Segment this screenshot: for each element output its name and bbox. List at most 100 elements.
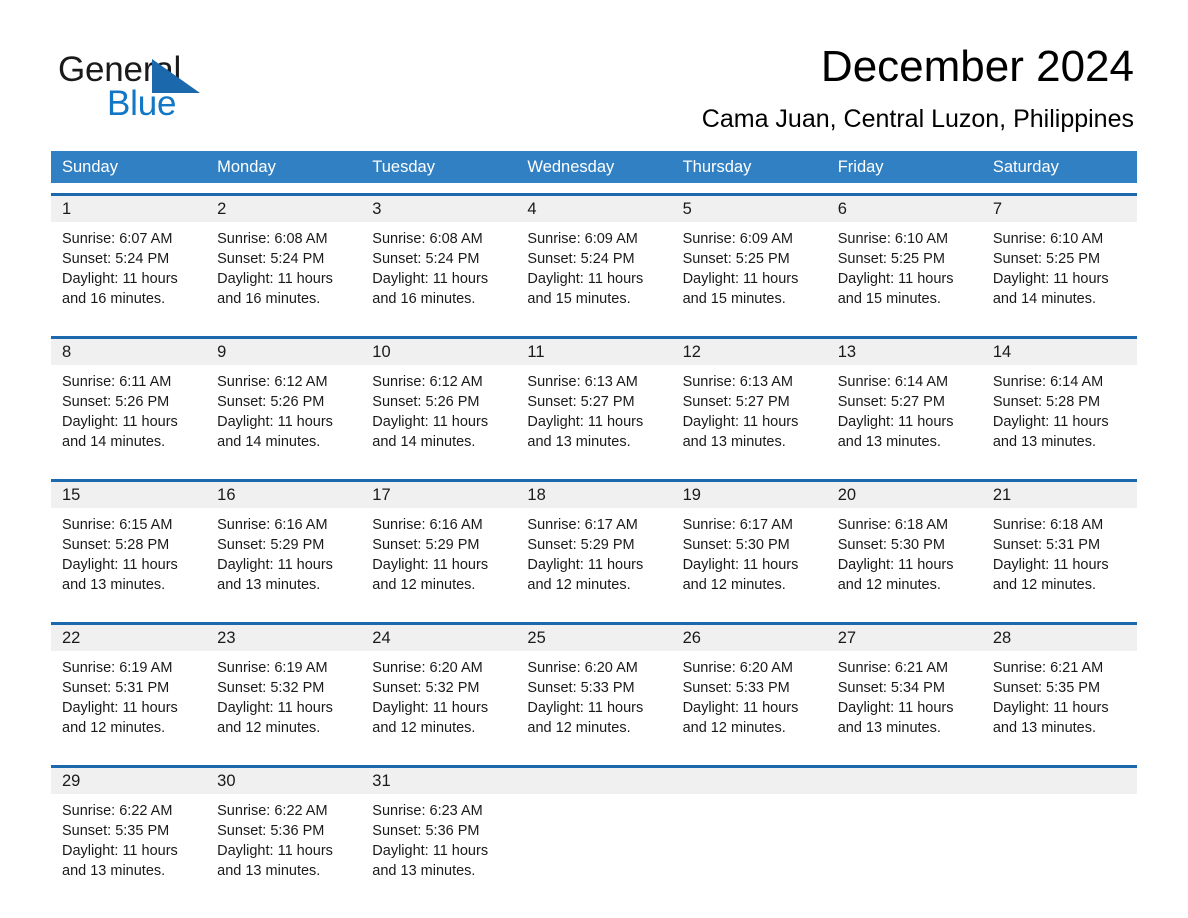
day-number-empty: [671, 768, 827, 795]
day-number[interactable]: 10: [361, 339, 517, 366]
sunset-text: Sunset: 5:34 PM: [837, 680, 945, 697]
sunset-text: Sunset: 5:36 PM: [372, 823, 480, 840]
day-cell[interactable]: Sunrise: 6:23 AM Sunset: 5:36 PM Daylight:…: [361, 794, 516, 898]
day-cell-empty: [516, 794, 671, 898]
day-number[interactable]: 11: [516, 339, 672, 366]
week-detail-row: Sunrise: 6:07 AM Sunset: 5:24 PM Daylight:…: [51, 222, 1137, 327]
sunrise-text: Sunrise: 6:20 AM: [682, 660, 793, 677]
day-cell[interactable]: Sunrise: 6:17 AM Sunset: 5:29 PM Daylight:…: [516, 508, 671, 612]
day-number[interactable]: 14: [981, 339, 1137, 366]
day-cell[interactable]: Sunrise: 6:14 AM Sunset: 5:28 PM Daylight:…: [982, 365, 1137, 469]
day-cell[interactable]: Sunrise: 6:17 AM Sunset: 5:30 PM Daylight:…: [672, 508, 827, 612]
day-number[interactable]: 28: [981, 625, 1137, 652]
sunrise-text: Sunrise: 6:15 AM: [62, 517, 173, 534]
day-number[interactable]: 26: [671, 625, 827, 652]
day-cell[interactable]: Sunrise: 6:09 AM Sunset: 5:25 PM Daylight:…: [672, 222, 827, 326]
sunset-text: Sunset: 5:35 PM: [62, 823, 170, 840]
sunset-text: Sunset: 5:30 PM: [837, 537, 945, 554]
daylight-text: Daylight: 11 hours and 12 minutes.: [527, 557, 644, 594]
day-cell[interactable]: Sunrise: 6:12 AM Sunset: 5:26 PM Daylight:…: [361, 365, 516, 469]
day-cell[interactable]: Sunrise: 6:08 AM Sunset: 5:24 PM Daylight:…: [206, 222, 361, 326]
day-cell[interactable]: Sunrise: 6:19 AM Sunset: 5:31 PM Daylight:…: [51, 651, 206, 755]
day-number[interactable]: 2: [206, 196, 362, 223]
daylight-text: Daylight: 11 hours and 14 minutes.: [992, 271, 1109, 308]
sunset-text: Sunset: 5:29 PM: [217, 537, 325, 554]
day-cell[interactable]: Sunrise: 6:22 AM Sunset: 5:35 PM Daylight:…: [51, 794, 206, 898]
day-number[interactable]: 27: [826, 625, 982, 652]
day-cell-empty: [672, 794, 827, 898]
day-number[interactable]: 25: [516, 625, 672, 652]
day-number[interactable]: 23: [206, 625, 362, 652]
day-cell[interactable]: Sunrise: 6:19 AM Sunset: 5:32 PM Daylight:…: [206, 651, 361, 755]
day-number[interactable]: 1: [51, 196, 207, 223]
day-cell[interactable]: Sunrise: 6:11 AM Sunset: 5:26 PM Daylight:…: [51, 365, 206, 469]
day-number[interactable]: 12: [671, 339, 827, 366]
day-number[interactable]: 29: [51, 768, 207, 795]
sunset-text: Sunset: 5:26 PM: [62, 394, 170, 411]
generalblue-logo[interactable]: General Blue: [58, 44, 238, 124]
day-number[interactable]: 31: [361, 768, 517, 795]
day-cell[interactable]: Sunrise: 6:15 AM Sunset: 5:28 PM Daylight:…: [51, 508, 206, 612]
day-cell[interactable]: Sunrise: 6:10 AM Sunset: 5:25 PM Daylight:…: [827, 222, 982, 326]
daylight-text: Daylight: 11 hours and 12 minutes.: [682, 700, 799, 737]
day-number[interactable]: 19: [671, 482, 827, 509]
day-number[interactable]: 6: [826, 196, 982, 223]
calendar-weeks: 1 2 3 4 5 6 7 Sunrise: 6:07 AM Sunset: 5:24 PM Da…: [51, 193, 1137, 899]
daylight-text: Daylight: 11 hours and 14 minutes.: [372, 414, 489, 451]
day-number[interactable]: 30: [206, 768, 362, 795]
day-number[interactable]: 9: [206, 339, 362, 366]
sunrise-text: Sunrise: 6:22 AM: [217, 803, 328, 820]
sunset-text: Sunset: 5:29 PM: [372, 537, 480, 554]
day-cell[interactable]: Sunrise: 6:07 AM Sunset: 5:24 PM Daylight:…: [51, 222, 206, 326]
day-cell[interactable]: Sunrise: 6:10 AM Sunset: 5:25 PM Daylight:…: [982, 222, 1137, 326]
day-number[interactable]: 13: [826, 339, 982, 366]
week-detail-row: Sunrise: 6:22 AM Sunset: 5:35 PM Daylight:…: [51, 794, 1137, 899]
day-number[interactable]: 16: [206, 482, 362, 509]
sunrise-text: Sunrise: 6:17 AM: [682, 517, 793, 534]
day-number[interactable]: 4: [516, 196, 672, 223]
day-cell[interactable]: Sunrise: 6:16 AM Sunset: 5:29 PM Daylight:…: [361, 508, 516, 612]
day-cell[interactable]: Sunrise: 6:20 AM Sunset: 5:32 PM Daylight:…: [361, 651, 516, 755]
day-number[interactable]: 17: [361, 482, 517, 509]
day-cell[interactable]: Sunrise: 6:18 AM Sunset: 5:31 PM Daylight:…: [982, 508, 1137, 612]
day-cell[interactable]: Sunrise: 6:13 AM Sunset: 5:27 PM Daylight:…: [516, 365, 671, 469]
sunset-text: Sunset: 5:25 PM: [992, 251, 1101, 268]
sunrise-text: Sunrise: 6:16 AM: [217, 517, 328, 534]
daylight-text: Daylight: 11 hours and 14 minutes.: [62, 414, 178, 451]
day-cell[interactable]: Sunrise: 6:14 AM Sunset: 5:27 PM Daylight:…: [827, 365, 982, 469]
sunrise-text: Sunrise: 6:10 AM: [837, 231, 949, 248]
daylight-text: Daylight: 11 hours and 13 minutes.: [682, 414, 799, 451]
day-cell[interactable]: Sunrise: 6:16 AM Sunset: 5:29 PM Daylight:…: [206, 508, 361, 612]
day-cell[interactable]: Sunrise: 6:09 AM Sunset: 5:24 PM Daylight:…: [516, 222, 671, 326]
weekday-header-monday: Monday: [217, 158, 276, 177]
day-cell[interactable]: Sunrise: 6:18 AM Sunset: 5:30 PM Daylight:…: [827, 508, 982, 612]
logo-text-blue: Blue: [107, 84, 177, 123]
weekday-header-row: Sunday Monday Tuesday Wednesday Thursday…: [51, 151, 1137, 184]
weekday-header-tuesday: Tuesday: [372, 158, 435, 177]
day-number[interactable]: 21: [981, 482, 1137, 509]
day-cell[interactable]: Sunrise: 6:20 AM Sunset: 5:33 PM Daylight:…: [516, 651, 671, 755]
daylight-text: Daylight: 11 hours and 16 minutes.: [372, 271, 489, 308]
calendar-grid: Sunday Monday Tuesday Wednesday Thursday…: [51, 151, 1137, 899]
calendar-week-row: 22 23 24 25 26 27 28 Sunrise: 6:19 AM Sunset: 5:…: [51, 622, 1137, 756]
day-number[interactable]: 5: [671, 196, 827, 223]
day-number[interactable]: 22: [51, 625, 207, 652]
daylight-text: Daylight: 11 hours and 15 minutes.: [682, 271, 799, 308]
day-cell[interactable]: Sunrise: 6:12 AM Sunset: 5:26 PM Daylight:…: [206, 365, 361, 469]
sunset-text: Sunset: 5:32 PM: [372, 680, 480, 697]
day-cell[interactable]: Sunrise: 6:13 AM Sunset: 5:27 PM Daylight:…: [672, 365, 827, 469]
day-cell[interactable]: Sunrise: 6:21 AM Sunset: 5:35 PM Daylight:…: [982, 651, 1137, 755]
day-number[interactable]: 3: [361, 196, 517, 223]
day-number[interactable]: 20: [826, 482, 982, 509]
day-number[interactable]: 15: [51, 482, 207, 509]
day-number[interactable]: 7: [981, 196, 1137, 223]
day-cell[interactable]: Sunrise: 6:20 AM Sunset: 5:33 PM Daylight:…: [672, 651, 827, 755]
day-cell[interactable]: Sunrise: 6:21 AM Sunset: 5:34 PM Daylight:…: [827, 651, 982, 755]
day-number[interactable]: 18: [516, 482, 672, 509]
day-cell[interactable]: Sunrise: 6:08 AM Sunset: 5:24 PM Daylight:…: [361, 222, 516, 326]
day-number[interactable]: 24: [361, 625, 517, 652]
sunrise-text: Sunrise: 6:09 AM: [682, 231, 793, 248]
day-cell[interactable]: Sunrise: 6:22 AM Sunset: 5:36 PM Daylight:…: [206, 794, 361, 898]
sunrise-text: Sunrise: 6:11 AM: [62, 374, 172, 391]
day-number[interactable]: 8: [51, 339, 207, 366]
